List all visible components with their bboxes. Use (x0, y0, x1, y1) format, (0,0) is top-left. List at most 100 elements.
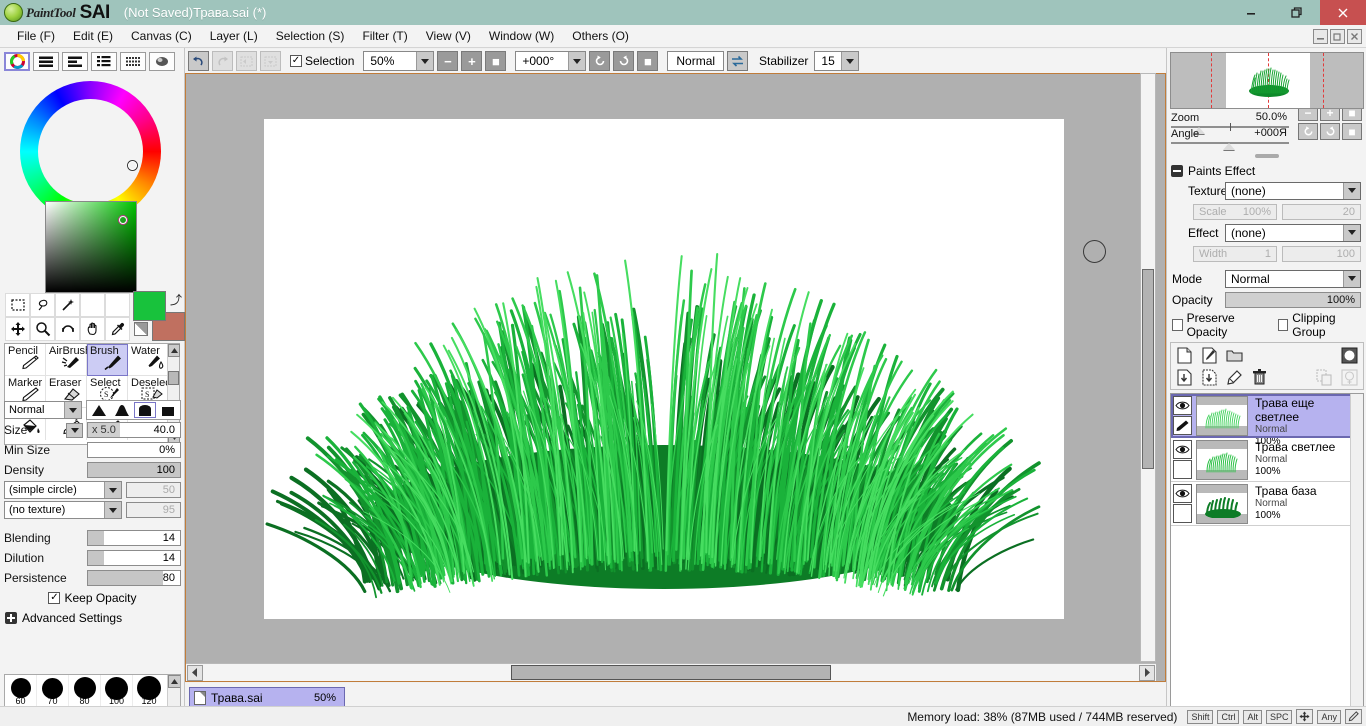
selection-toggle[interactable]: ✓ Selection (290, 54, 354, 68)
angle-combo[interactable]: +000° (515, 51, 587, 71)
color-wheel-mode-button[interactable] (4, 52, 30, 71)
density-field[interactable]: 100 (87, 462, 181, 478)
canvas-horizontal-scrollbar[interactable] (186, 663, 1156, 681)
square-flat-icon[interactable] (157, 402, 179, 418)
brush-texture-amount[interactable]: 95 (126, 502, 181, 518)
layer-row[interactable]: Трава база Normal 100% (1171, 482, 1363, 526)
brush-shape-amount[interactable]: 50 (126, 482, 181, 498)
hue-marker[interactable] (128, 161, 137, 170)
chevron-down-icon[interactable] (568, 52, 586, 70)
delete-layer-icon[interactable] (1250, 368, 1269, 387)
swap-colors-icon[interactable]: ⤴ (170, 291, 182, 308)
empty-slot-1[interactable] (80, 293, 105, 317)
close-button[interactable] (1320, 0, 1366, 25)
color-grid-mode-button[interactable] (120, 52, 146, 71)
rotate-cw-button[interactable] (613, 51, 635, 71)
move-tool[interactable] (5, 317, 30, 341)
angle-slider[interactable]: Angle +000Я (1171, 127, 1289, 150)
menu-filter[interactable]: Filter (T) (353, 26, 416, 46)
expand-plus-icon[interactable] (5, 612, 17, 624)
stabilizer-combo[interactable]: 15 (814, 51, 859, 71)
brush-texture-combo[interactable]: (no texture) (4, 501, 122, 519)
selection-checkbox[interactable]: ✓ (290, 55, 302, 67)
persistence-field[interactable]: 80 (87, 570, 181, 586)
soft-triangle-icon[interactable] (88, 402, 110, 418)
layer-selected-pen-icon[interactable] (1173, 416, 1192, 435)
layer-visibility-icon[interactable] (1173, 396, 1192, 415)
view-mode-field[interactable]: Normal (667, 51, 725, 71)
chevron-down-icon[interactable] (416, 52, 434, 70)
minimize-button[interactable] (1228, 0, 1274, 25)
menu-file[interactable]: File (F) (8, 26, 64, 46)
medium-triangle-icon[interactable] (111, 402, 133, 418)
chevron-down-icon[interactable] (64, 402, 81, 418)
navigator-rotate-ccw-button[interactable] (1298, 123, 1318, 140)
panel-resize-handle[interactable] (1167, 147, 1366, 161)
brush-shape-combo[interactable]: (simple circle) (4, 481, 122, 499)
scroll-left-icon[interactable] (187, 664, 203, 681)
flip-vertical-button[interactable] (260, 51, 281, 71)
layer-list-scrollbar[interactable] (1350, 394, 1363, 726)
canvas-page[interactable] (264, 119, 1064, 619)
chevron-down-icon[interactable] (840, 52, 858, 70)
navigator-rotate-cw-button[interactable] (1320, 123, 1340, 140)
zoom-in-button[interactable]: + (461, 51, 483, 71)
menu-others[interactable]: Others (O) (563, 26, 638, 46)
transfer-mask-icon[interactable] (1340, 368, 1359, 387)
color-list-mode-button[interactable] (91, 52, 117, 71)
navigator-angle-reset-button[interactable]: ■ (1342, 123, 1362, 140)
layer-opacity-field[interactable]: 100% (1225, 291, 1361, 308)
rotate-ccw-button[interactable] (589, 51, 611, 71)
width-field[interactable]: Width 1 (1193, 245, 1277, 262)
merge-selected-icon[interactable] (1200, 368, 1219, 387)
mdi-minimize-button[interactable] (1313, 28, 1328, 44)
hand-tool[interactable] (80, 317, 105, 341)
new-folder-icon[interactable] (1225, 346, 1244, 365)
horizontal-scroll-thumb[interactable] (511, 665, 831, 680)
canvas-viewport[interactable] (185, 73, 1166, 682)
clipping-group-checkbox[interactable] (1277, 319, 1289, 331)
paints-effect-header[interactable]: Paints Effect (1167, 162, 1366, 180)
flip-horizontal-button[interactable] (236, 51, 257, 71)
advanced-settings-toggle[interactable]: Advanced Settings (0, 608, 185, 628)
collapse-minus-icon[interactable] (1171, 165, 1183, 177)
scale-field[interactable]: Scale 100% (1193, 203, 1277, 220)
zoom-reset-button[interactable]: ■ (485, 51, 507, 71)
scroll-up-icon[interactable] (168, 675, 180, 688)
tool-brush[interactable]: Brush (87, 344, 128, 376)
keep-opacity-checkbox[interactable]: ✓ (48, 592, 61, 604)
menu-window[interactable]: Window (W) (480, 26, 563, 46)
scroll-right-icon[interactable] (1139, 664, 1155, 681)
zoom-combo[interactable]: 50% (363, 51, 435, 71)
width-secondary-field[interactable]: 100 (1282, 245, 1361, 262)
angle-reset-button[interactable]: ■ (637, 51, 659, 71)
tool-airbrush[interactable]: AirBrush (46, 344, 91, 376)
clear-layer-icon[interactable] (1225, 368, 1244, 387)
navigator-preview[interactable] (1170, 52, 1364, 109)
size-preset[interactable]: 100 (101, 675, 133, 707)
chevron-down-icon[interactable] (1343, 270, 1360, 287)
size-preset[interactable]: 80 (69, 675, 101, 707)
maximize-button[interactable] (1274, 0, 1320, 25)
chevron-down-icon[interactable] (104, 482, 121, 498)
chevron-down-icon[interactable] (1343, 224, 1360, 241)
texture-combo[interactable]: (none) (1225, 181, 1361, 200)
size-preset[interactable]: 120 (133, 675, 165, 707)
size-dropdown-button[interactable] (66, 422, 83, 438)
size-preset[interactable]: 60 (5, 675, 37, 707)
zoom-tool[interactable] (30, 317, 55, 341)
brush-size-field[interactable]: x 5.0 40.0 (87, 422, 181, 438)
canvas-vertical-scrollbar[interactable] (1140, 73, 1156, 662)
menu-view[interactable]: View (V) (417, 26, 480, 46)
layer-visibility-icon[interactable] (1173, 440, 1192, 459)
tool-pencil[interactable]: Pencil (5, 344, 46, 376)
rgb-sliders-mode-button[interactable] (33, 52, 59, 71)
menu-edit[interactable]: Edit (E) (64, 26, 122, 46)
size-preset[interactable]: 70 (37, 675, 69, 707)
vertical-scroll-thumb[interactable] (1142, 269, 1154, 469)
rect-select-tool[interactable] (5, 293, 30, 317)
min-size-field[interactable]: 0% (87, 442, 181, 458)
layer-select-toggle[interactable] (1173, 504, 1192, 523)
new-linework-layer-icon[interactable] (1200, 346, 1219, 365)
merge-down-icon[interactable] (1175, 368, 1194, 387)
